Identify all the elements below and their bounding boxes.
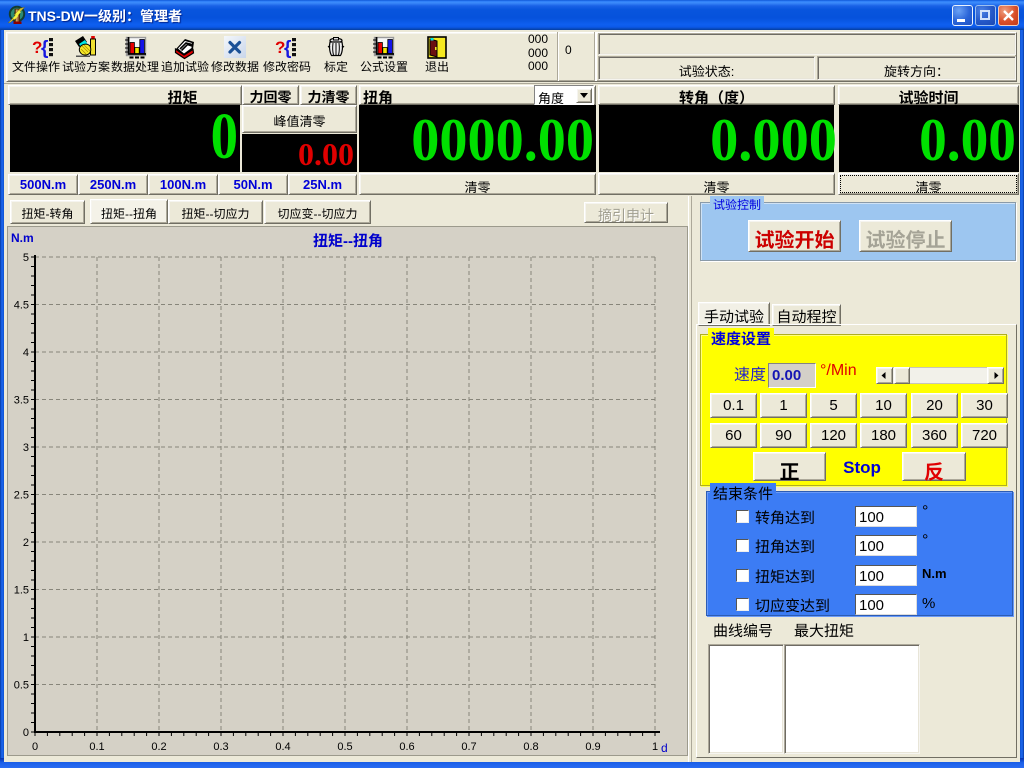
svg-text:0.1: 0.1 (89, 741, 104, 753)
svg-text:0: 0 (32, 741, 38, 753)
svg-text:0.2: 0.2 (151, 741, 166, 753)
svg-text:2: 2 (23, 537, 29, 549)
svg-text:4: 4 (23, 347, 29, 359)
svg-text:1: 1 (652, 741, 658, 753)
svg-text:3: 3 (23, 442, 29, 454)
svg-text:4.5: 4.5 (14, 300, 29, 312)
svg-text:1.5: 1.5 (14, 585, 29, 597)
svg-text:0.4: 0.4 (275, 741, 290, 753)
svg-text:0: 0 (23, 727, 29, 739)
svg-text:2.5: 2.5 (14, 490, 29, 502)
svg-text:0.8: 0.8 (523, 741, 538, 753)
svg-text:0.6: 0.6 (399, 741, 414, 753)
svg-text:0.5: 0.5 (14, 680, 29, 692)
svg-text:5: 5 (23, 252, 29, 264)
svg-text:0.7: 0.7 (461, 741, 476, 753)
svg-text:{: { (284, 38, 291, 58)
svg-text:0.3: 0.3 (213, 741, 228, 753)
svg-text:0.9: 0.9 (585, 741, 600, 753)
svg-text:0.5: 0.5 (337, 741, 352, 753)
svg-text:{: { (41, 38, 48, 58)
svg-text:3.5: 3.5 (14, 395, 29, 407)
svg-text:1: 1 (23, 632, 29, 644)
